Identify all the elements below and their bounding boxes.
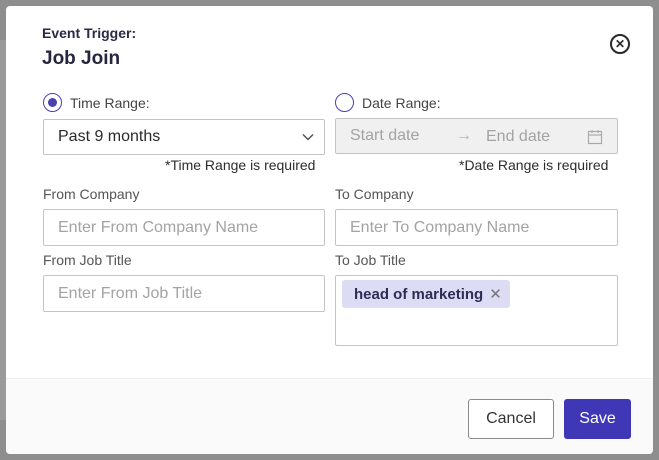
- from-company-label: From Company: [43, 186, 140, 202]
- date-range-radio[interactable]: Date Range:: [335, 93, 441, 112]
- to-job-title-input[interactable]: head of marketing ✕: [335, 275, 618, 346]
- radio-selected-icon: [43, 93, 62, 112]
- time-range-value: Past 9 months: [58, 128, 161, 145]
- calendar-icon: [587, 130, 603, 145]
- time-range-radio[interactable]: Time Range:: [43, 93, 150, 112]
- time-range-label: Time Range:: [70, 94, 150, 111]
- event-trigger-modal: Event Trigger: Job Join ✕ Time Range: Pa…: [6, 6, 653, 454]
- start-date-input[interactable]: Start date: [350, 127, 419, 145]
- to-company-placeholder: Enter To Company Name: [350, 218, 530, 236]
- cancel-button[interactable]: Cancel: [468, 399, 554, 439]
- to-job-title-label: To Job Title: [335, 252, 406, 268]
- date-range-required-note: *Date Range is required: [459, 157, 609, 173]
- date-range-label: Date Range:: [362, 94, 441, 111]
- job-title-tag: head of marketing ✕: [342, 280, 510, 308]
- time-range-required-note: *Time Range is required: [165, 157, 316, 173]
- from-job-title-label: From Job Title: [43, 252, 132, 268]
- time-range-select[interactable]: Past 9 months: [43, 119, 325, 155]
- save-button[interactable]: Save: [564, 399, 631, 439]
- from-job-title-input[interactable]: Enter From Job Title: [43, 275, 325, 312]
- modal-title: Job Join: [42, 48, 121, 69]
- to-company-input[interactable]: Enter To Company Name: [335, 209, 618, 246]
- job-title-tag-label: head of marketing: [354, 285, 484, 303]
- date-range-picker[interactable]: Start date → End date: [335, 118, 618, 154]
- from-job-title-placeholder: Enter From Job Title: [58, 284, 203, 302]
- modal-footer: Cancel Save: [6, 378, 653, 454]
- radio-unselected-icon: [335, 93, 354, 112]
- end-date-input[interactable]: End date: [486, 128, 550, 146]
- close-icon[interactable]: ✕: [610, 34, 630, 54]
- to-company-label: To Company: [335, 186, 414, 202]
- chevron-down-icon: [302, 133, 314, 141]
- from-company-input[interactable]: Enter From Company Name: [43, 209, 325, 246]
- modal-subtitle: Event Trigger:: [42, 25, 137, 41]
- from-company-placeholder: Enter From Company Name: [58, 218, 259, 236]
- arrow-right-icon: →: [456, 127, 472, 144]
- remove-tag-icon[interactable]: ✕: [489, 285, 502, 303]
